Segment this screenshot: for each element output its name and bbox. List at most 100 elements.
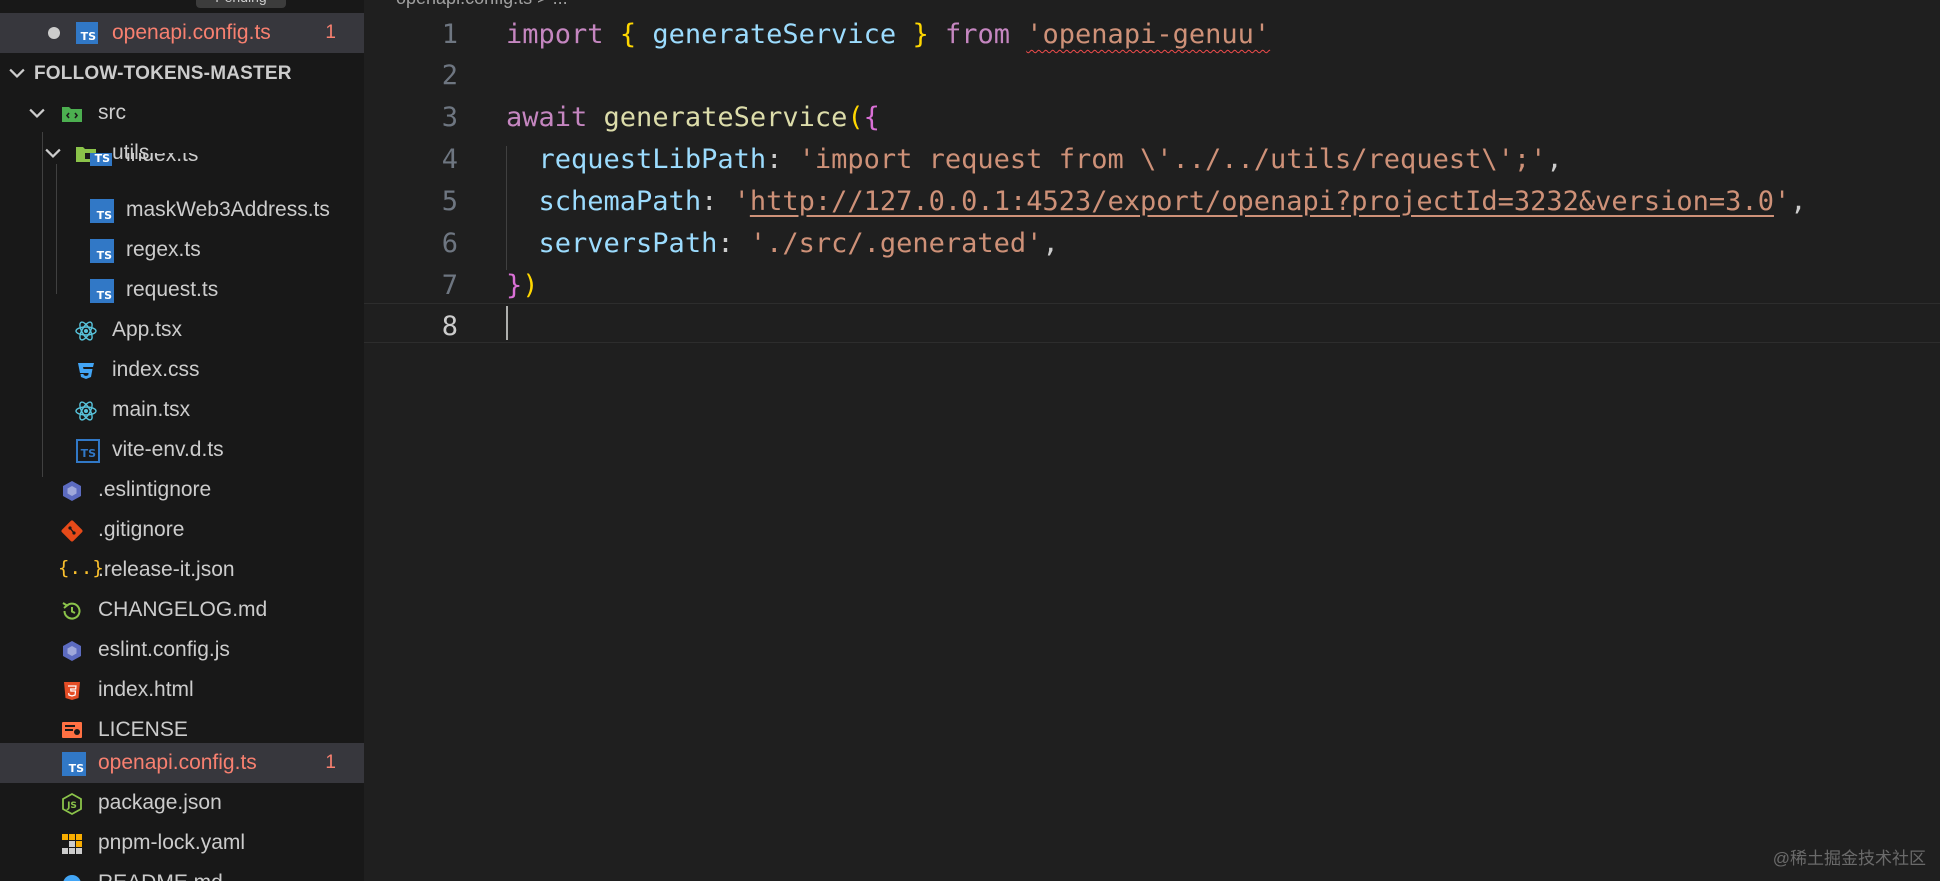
unsaved-dot-icon[interactable] [48, 27, 60, 39]
tree-item-request-ts[interactable]: TS request.ts [0, 270, 364, 310]
ts-def-icon: TS [76, 439, 100, 463]
tree-item-vite-env-d-ts[interactable]: TS vite-env.d.ts [0, 430, 364, 470]
tree-item-eslintignore[interactable]: .eslintignore [0, 470, 364, 510]
readme-icon [63, 875, 81, 881]
changelog-icon [62, 602, 81, 620]
ts-file-icon: TS [90, 279, 114, 303]
tree-item-label: request.ts [126, 278, 219, 301]
tree-item-label: src [98, 101, 126, 124]
function-call: generateService [603, 102, 848, 133]
explorer-section-header[interactable]: FOLLOW-TOKENS-MASTER [0, 57, 364, 89]
html-icon [64, 682, 80, 700]
tree-item-main-tsx[interactable]: main.tsx [0, 390, 364, 430]
tree-item-index-html[interactable]: index.html [0, 670, 364, 710]
tree-item-label: index.css [112, 358, 200, 381]
tree-item-label: vite-env.d.ts [112, 438, 224, 461]
module-string[interactable]: 'openapi-genuu' [1026, 19, 1270, 50]
tree-item-label: main.tsx [112, 398, 191, 421]
line-number: 4 [441, 144, 458, 175]
ts-file-icon: TS [90, 199, 114, 223]
open-editor-item[interactable]: TS openapi.config.ts 1 [0, 13, 364, 53]
code-editor[interactable]: openapi.config.ts > ... 1 import { gener… [364, 0, 1940, 881]
tree-item-label: .gitignore [98, 518, 185, 541]
json-icon: {..} [58, 557, 104, 579]
tree-item-label: LICENSE [98, 718, 188, 741]
brace-open: { [863, 102, 880, 133]
pending-tab-pill[interactable]: Pending [196, 0, 286, 8]
colon: : [701, 186, 734, 217]
tree-item-label: .release-it.json [98, 558, 235, 581]
url-link[interactable]: http://127.0.0.1:4523/export/openapi?pro… [750, 186, 1774, 217]
tree-item-label: index.html [98, 678, 194, 701]
ts-file-icon: TS [62, 752, 86, 776]
tree-item-openapi-config-ts[interactable]: TS openapi.config.ts 1 [0, 743, 364, 783]
tree-item-label: App.tsx [112, 318, 183, 341]
line-number: 1 [441, 19, 458, 50]
tree-item-package-json[interactable]: JS package.json [0, 783, 364, 823]
quote: ' [733, 186, 750, 217]
property-key: schemaPath [538, 186, 702, 217]
text-cursor [506, 306, 508, 340]
tree-item-maskweb3address-ts[interactable]: TS maskWeb3Address.ts [0, 190, 364, 230]
tree-item-index-ts[interactable]: TS index.ts [0, 153, 364, 175]
license-icon [62, 722, 82, 738]
code-line-7[interactable]: 7 }) [364, 264, 1940, 305]
tree-item-label: README.md [98, 871, 223, 881]
tree-item-label: regex.ts [126, 238, 201, 261]
brace-close: } [506, 270, 523, 301]
react-icon [75, 401, 97, 421]
pnpm-icon [62, 834, 82, 854]
code-line-8[interactable]: 8 [364, 305, 1940, 346]
comma: , [1042, 228, 1059, 259]
string-value: './src/.generated' [749, 228, 1043, 259]
colon: : [766, 144, 799, 175]
property-key: serversPath [538, 228, 718, 259]
breadcrumb[interactable]: openapi.config.ts > ... [396, 0, 568, 9]
tree-item-pnpm-lock-yaml[interactable]: pnpm-lock.yaml [0, 823, 364, 863]
project-title: FOLLOW-TOKENS-MASTER [34, 63, 292, 84]
code-line-1[interactable]: 1 import { generateService } from 'opena… [364, 13, 1940, 54]
react-icon [75, 321, 97, 341]
tree-item-label: .eslintignore [98, 478, 212, 501]
line-number: 3 [441, 102, 458, 133]
string-value: 'import request from \'../../utils/reque… [798, 144, 1547, 175]
problem-count-badge: 1 [325, 22, 336, 43]
tree-item-src[interactable]: src [0, 93, 364, 133]
tree-item-eslint-config-js[interactable]: eslint.config.js [0, 630, 364, 670]
tree-item-regex-ts[interactable]: TS regex.ts [0, 230, 364, 270]
paren-open: ( [847, 102, 864, 133]
colon: : [717, 228, 750, 259]
line-number: 2 [441, 60, 458, 91]
eslint-icon [63, 641, 81, 661]
code-line-4[interactable]: 4 requestLibPath: 'import request from \… [364, 138, 1940, 179]
brace-close: } [912, 19, 929, 50]
tree-item-readme-md[interactable]: README.md [0, 863, 364, 881]
line-number: 7 [441, 270, 458, 301]
tree-item-label: maskWeb3Address.ts [126, 198, 330, 221]
watermark: @稀土掘金技术社区 [1772, 849, 1926, 868]
line-number: 5 [441, 186, 458, 217]
code-line-5[interactable]: 5 schemaPath: 'http://127.0.0.1:4523/exp… [364, 180, 1940, 221]
tree-item-label: openapi.config.ts [98, 751, 257, 774]
eslint-icon [63, 481, 81, 501]
tree-item-label: index.ts [126, 153, 199, 166]
keyword-import: import [506, 19, 604, 50]
code-line-6[interactable]: 6 serversPath: './src/.generated', [364, 222, 1940, 263]
quote: ' [1773, 186, 1791, 217]
ts-file-icon: TS [90, 239, 114, 263]
keyword-await: await [506, 102, 588, 133]
code-line-3[interactable]: 3 await generateService({ [364, 96, 1940, 137]
explorer-sidebar: Pending TS openapi.config.ts 1 FOLLOW-TO… [0, 0, 364, 881]
tree-item-index-css[interactable]: index.css [0, 350, 364, 390]
code-line-2[interactable]: 2 [364, 54, 1940, 95]
tree-item-app-tsx[interactable]: App.tsx [0, 310, 364, 350]
tree-item-release-it-json[interactable]: {..} .release-it.json [0, 550, 364, 590]
tree-item-label: pnpm-lock.yaml [98, 831, 246, 854]
chevron-down-icon [29, 108, 45, 118]
css-icon [78, 363, 94, 379]
ts-file-icon: TS [76, 22, 98, 44]
chevron-down-icon [9, 68, 25, 78]
tree-item-gitignore[interactable]: .gitignore [0, 510, 364, 550]
import-name: generateService [652, 19, 897, 50]
tree-item-changelog-md[interactable]: CHANGELOG.md [0, 590, 364, 630]
